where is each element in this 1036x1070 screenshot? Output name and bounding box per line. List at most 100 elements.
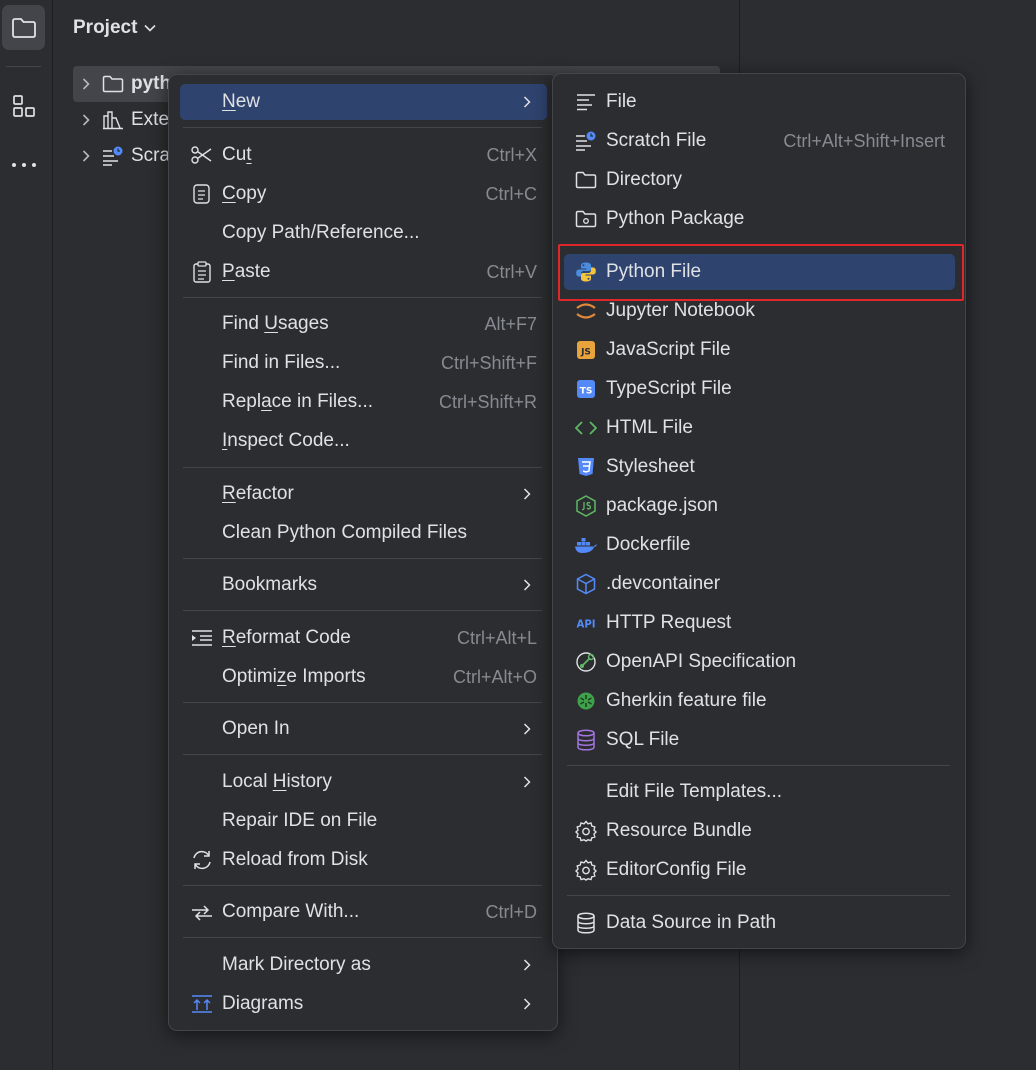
menu-item-new[interactable]: New	[180, 84, 547, 120]
copy-icon	[190, 182, 214, 206]
menu-item-cut[interactable]: Cut Ctrl+X	[180, 137, 547, 173]
menu-item-repair-ide[interactable]: Repair IDE on File	[180, 803, 547, 839]
submenu-item-directory[interactable]: Directory	[564, 162, 955, 198]
tree-row-label: pyth	[131, 73, 172, 94]
menu-item-mark-directory-as[interactable]: Mark Directory as	[180, 947, 547, 983]
menu-item-inspect-code[interactable]: Inspect Code...	[180, 423, 547, 459]
submenu-item-openapi[interactable]: OpenAPI Specification	[564, 644, 955, 680]
folder-icon	[574, 168, 598, 192]
menu-item-clean-python-compiled[interactable]: Clean Python Compiled Files	[180, 515, 547, 551]
menu-item-copy[interactable]: Copy Ctrl+C	[180, 176, 547, 212]
submenu-item-javascript[interactable]: JS JavaScript File	[564, 332, 955, 368]
more-icon	[11, 162, 37, 168]
highlight-annotation-box	[558, 244, 964, 301]
svg-text:TS: TS	[580, 387, 593, 397]
folder-icon	[11, 17, 37, 39]
scissors-icon	[190, 143, 214, 167]
submenu-item-scratch-file[interactable]: Scratch File Ctrl+Alt+Shift+Insert	[564, 123, 955, 159]
submenu-item-typescript[interactable]: TS TypeScript File	[564, 371, 955, 407]
menu-item-optimize-imports[interactable]: Optimize Imports Ctrl+Alt+O	[180, 659, 547, 695]
chevron-right-icon	[519, 94, 535, 110]
cucumber-icon	[574, 689, 598, 713]
folder-icon	[99, 75, 127, 93]
shortcut-text: Ctrl+C	[485, 183, 537, 204]
file-icon	[574, 90, 598, 114]
menu-item-open-in[interactable]: Open In	[180, 711, 547, 747]
menu-item-diagrams[interactable]: Diagrams	[180, 986, 547, 1022]
structure-icon	[12, 94, 36, 118]
chevron-right-icon	[519, 577, 535, 593]
external-libraries-icon	[99, 110, 127, 130]
submenu-item-stylesheet[interactable]: Stylesheet	[564, 449, 955, 485]
context-menu: New Cut Ctrl+X Copy Ctrl+C Copy Path/Ref…	[168, 74, 558, 1031]
submenu-item-http-request[interactable]: API HTTP Request	[564, 605, 955, 641]
openapi-icon	[574, 650, 598, 674]
shortcut-text: Ctrl+D	[485, 901, 537, 922]
paste-icon	[190, 260, 214, 284]
scratches-icon	[99, 146, 127, 166]
submenu-item-edit-file-templates[interactable]: Edit File Templates...	[564, 774, 955, 810]
chevron-right-icon	[519, 486, 535, 502]
menu-item-find-in-files[interactable]: Find in Files... Ctrl+Shift+F	[180, 345, 547, 381]
chevron-right-icon	[519, 957, 535, 973]
shortcut-text: Ctrl+Alt+Shift+Insert	[783, 130, 945, 151]
chevron-right-icon	[519, 721, 535, 737]
project-panel-header[interactable]: Project	[73, 17, 156, 39]
python-package-icon	[574, 207, 598, 231]
menu-item-reformat-code[interactable]: Reformat Code Ctrl+Alt+L	[180, 620, 547, 656]
menu-item-paste[interactable]: Paste Ctrl+V	[180, 254, 547, 290]
shortcut-text: Ctrl+V	[486, 261, 537, 282]
typescript-icon: TS	[574, 377, 598, 401]
nodejs-icon	[574, 494, 598, 518]
shortcut-text: Alt+F7	[484, 313, 537, 334]
menu-item-find-usages[interactable]: Find Usages Alt+F7	[180, 306, 547, 342]
chevron-right-icon[interactable]	[73, 150, 99, 162]
menu-item-local-history[interactable]: Local History	[180, 764, 547, 800]
chevron-right-icon[interactable]	[73, 78, 99, 90]
svg-text:JS: JS	[580, 348, 591, 358]
tree-row-label: Exte	[131, 109, 170, 130]
gear-icon	[574, 858, 598, 882]
submenu-item-dockerfile[interactable]: Dockerfile	[564, 527, 955, 563]
menu-item-reload-from-disk[interactable]: Reload from Disk	[180, 842, 547, 878]
devcontainer-icon	[574, 572, 598, 596]
menu-item-compare-with[interactable]: Compare With... Ctrl+D	[180, 894, 547, 930]
submenu-item-package-json[interactable]: package.json	[564, 488, 955, 524]
panel-title: Project	[73, 17, 138, 38]
submenu-item-data-source-in-path[interactable]: Data Source in Path	[564, 905, 955, 941]
shortcut-text: Ctrl+Shift+F	[440, 352, 537, 373]
shortcut-text: Ctrl+Alt+L	[456, 627, 537, 648]
chevron-right-icon[interactable]	[73, 114, 99, 126]
submenu-item-resource-bundle[interactable]: Resource Bundle	[564, 813, 955, 849]
jupyter-icon	[574, 299, 598, 323]
new-submenu: File Scratch File Ctrl+Alt+Shift+Insert …	[552, 73, 966, 949]
svg-text:API: API	[576, 620, 595, 631]
chevron-right-icon	[519, 996, 535, 1012]
menu-item-copy-path[interactable]: Copy Path/Reference...	[180, 215, 547, 251]
compare-icon	[190, 900, 214, 924]
html-icon	[574, 416, 598, 440]
submenu-item-html[interactable]: HTML File	[564, 410, 955, 446]
api-icon: API	[574, 611, 598, 635]
gear-icon	[574, 819, 598, 843]
structure-tool-button[interactable]	[2, 83, 45, 128]
menu-item-refactor[interactable]: Refactor	[180, 476, 547, 512]
shortcut-text: Ctrl+Shift+R	[438, 391, 537, 412]
submenu-item-devcontainer[interactable]: .devcontainer	[564, 566, 955, 602]
submenu-item-editorconfig[interactable]: EditorConfig File	[564, 852, 955, 888]
shortcut-text: Ctrl+X	[486, 144, 537, 165]
docker-icon	[574, 533, 598, 557]
javascript-icon: JS	[574, 338, 598, 362]
tree-row-label: Scra	[131, 145, 171, 166]
submenu-item-python-package[interactable]: Python Package	[564, 201, 955, 237]
submenu-item-gherkin[interactable]: Gherkin feature file	[564, 683, 955, 719]
submenu-item-file[interactable]: File	[564, 84, 955, 120]
menu-item-bookmarks[interactable]: Bookmarks	[180, 567, 547, 603]
shortcut-text: Ctrl+Alt+O	[452, 666, 537, 687]
tool-window-strip	[0, 0, 53, 1070]
chevron-down-icon	[144, 24, 156, 32]
project-tool-button[interactable]	[2, 5, 45, 50]
submenu-item-sql[interactable]: SQL File	[564, 722, 955, 758]
more-tools-button[interactable]	[2, 142, 45, 187]
menu-item-replace-in-files[interactable]: Replace in Files... Ctrl+Shift+R	[180, 384, 547, 420]
